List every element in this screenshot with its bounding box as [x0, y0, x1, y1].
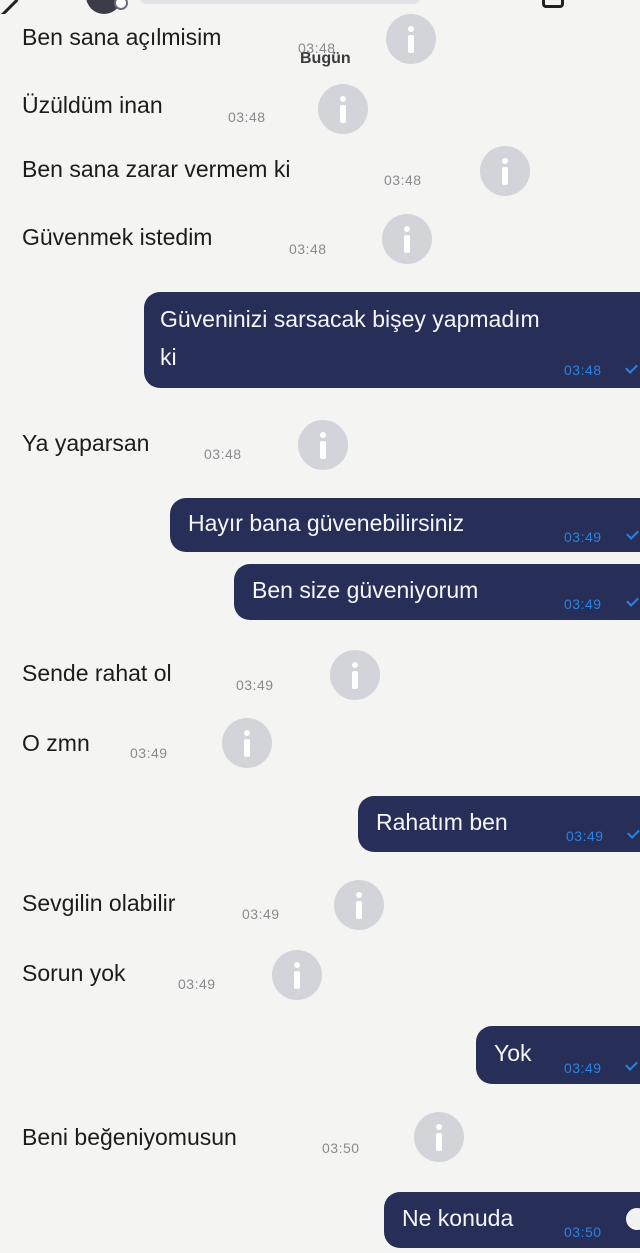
info-icon — [404, 226, 410, 232]
message-timestamp: 03:49 — [566, 828, 604, 844]
info-button[interactable] — [382, 214, 432, 264]
message-timestamp: 03:49 — [564, 529, 602, 545]
message-timestamp: 03:48 — [289, 241, 327, 257]
info-icon — [294, 962, 300, 968]
check-icon — [626, 527, 639, 540]
info-button[interactable] — [222, 718, 272, 768]
outgoing-message-bubble[interactable]: Ben size güveniyorum 03:49 — [234, 564, 640, 620]
outgoing-message-bubble[interactable]: Ne konuda 03:50 — [384, 1192, 640, 1248]
info-button[interactable] — [386, 14, 436, 64]
outgoing-message-text: Ben size güveniyorum — [252, 577, 479, 603]
info-icon — [408, 26, 414, 32]
incoming-message-text: O zmn — [22, 730, 90, 756]
check-icon — [625, 361, 638, 374]
info-icon — [340, 96, 346, 102]
outgoing-message-text: Güveninizi sarsacak bişey yapmadım — [160, 306, 540, 332]
outgoing-message-bubble[interactable]: Hayır bana güvenebilirsiniz 03:49 — [170, 498, 640, 552]
message-timestamp: 03:48 — [204, 446, 242, 462]
incoming-message-text: Ben sana zarar vermem ki — [22, 156, 291, 182]
message-timestamp: 03:49 — [130, 745, 168, 761]
incoming-message-text: Sevgilin olabilir — [22, 890, 176, 916]
message-timestamp: 03:49 — [178, 976, 216, 992]
menu-icon[interactable] — [542, 0, 564, 8]
outgoing-message-bubble[interactable]: Rahatım ben 03:49 — [358, 796, 640, 852]
incoming-message-text: Ben sana açılmisim — [22, 24, 222, 50]
info-button[interactable] — [414, 1112, 464, 1162]
message-timestamp: 03:48 — [228, 109, 266, 125]
outgoing-message-text: Hayır bana güvenebilirsiniz — [188, 510, 465, 536]
info-button[interactable] — [334, 880, 384, 930]
incoming-message-text: Güvenmek istedim — [22, 224, 213, 250]
info-icon — [356, 892, 362, 898]
incoming-message-text: Sorun yok — [22, 960, 126, 986]
outgoing-message-text: Rahatım ben — [376, 809, 508, 835]
message-timestamp: 03:49 — [564, 1060, 602, 1076]
message-timestamp: 03:48 — [298, 40, 336, 56]
message-timestamp: 03:48 — [564, 362, 602, 378]
check-icon — [626, 594, 639, 607]
check-icon — [625, 1058, 638, 1071]
info-icon — [502, 158, 508, 164]
info-button[interactable] — [318, 84, 368, 134]
info-icon — [436, 1124, 442, 1130]
message-timestamp: 03:50 — [322, 1140, 360, 1156]
check-icon — [627, 826, 640, 839]
message-timestamp: 03:49 — [564, 596, 602, 612]
info-button[interactable] — [330, 650, 380, 700]
back-arrow-icon[interactable] — [0, 0, 29, 14]
incoming-message-text: Beni beğeniyomusun — [22, 1124, 237, 1150]
contact-name[interactable] — [140, 0, 420, 4]
info-button[interactable] — [298, 420, 348, 470]
info-button[interactable] — [272, 950, 322, 1000]
message-timestamp: 03:49 — [242, 906, 280, 922]
outgoing-message-text: Yok — [494, 1040, 532, 1066]
incoming-message-text: Sende rahat ol — [22, 660, 172, 686]
outgoing-message-text: ki — [160, 344, 177, 370]
info-button[interactable] — [480, 146, 530, 196]
outgoing-message-bubble[interactable]: Güveninizi sarsacak bişey yapmadım ki 03… — [144, 292, 640, 388]
message-timestamp: 03:50 — [564, 1224, 602, 1240]
incoming-message-text: Ya yaparsan — [22, 430, 150, 456]
message-timestamp: 03:49 — [236, 677, 274, 693]
info-icon — [320, 432, 326, 438]
chat-header — [0, 0, 640, 14]
incoming-message-text: Üzüldüm inan — [22, 92, 163, 118]
outgoing-message-text: Ne konuda — [402, 1205, 514, 1231]
info-icon — [352, 662, 358, 668]
read-receipt-avatar — [624, 1206, 640, 1232]
outgoing-message-bubble[interactable]: Yok 03:49 — [476, 1026, 640, 1084]
info-icon — [244, 730, 250, 736]
clock-badge-icon — [114, 0, 128, 10]
message-timestamp: 03:48 — [384, 172, 422, 188]
